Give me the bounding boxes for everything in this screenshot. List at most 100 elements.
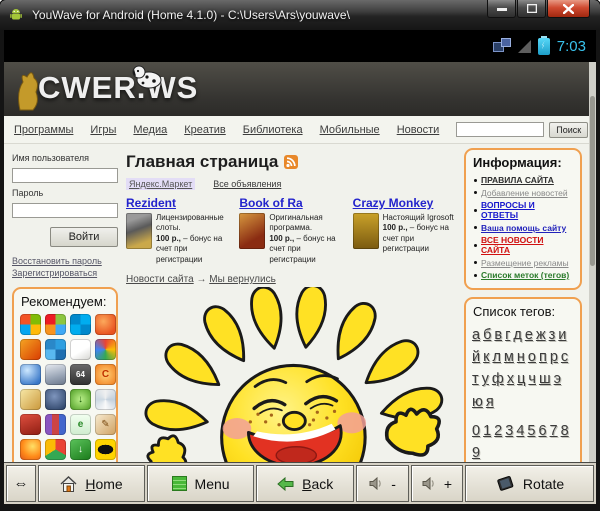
tag-link[interactable]: 5: [527, 421, 535, 441]
page-scrollbar[interactable]: [589, 62, 596, 462]
back-button[interactable]: Back: [256, 465, 355, 502]
minimize-button[interactable]: [487, 0, 516, 18]
nav-link[interactable]: Новости: [397, 124, 440, 136]
tag-link[interactable]: в: [494, 325, 502, 345]
breadcrumb-page-link[interactable]: Мы вернулись: [209, 274, 276, 285]
windows-8-icon[interactable]: [70, 314, 91, 335]
defender-shield-icon[interactable]: [45, 364, 66, 385]
tag-link[interactable]: т: [472, 369, 479, 389]
tag-link[interactable]: п: [539, 347, 547, 367]
resize-handle-button[interactable]: ⇔: [6, 465, 36, 502]
ad-image[interactable]: [239, 213, 266, 249]
tag-link[interactable]: э: [554, 369, 561, 389]
winrar-books-icon[interactable]: [45, 414, 66, 435]
menu-button[interactable]: Menu: [147, 465, 255, 502]
backup-floppy-icon[interactable]: [20, 414, 41, 435]
tag-link[interactable]: и: [558, 325, 566, 345]
scrollbar-thumb[interactable]: [590, 96, 595, 266]
maximize-button[interactable]: [517, 0, 546, 18]
recover-password-link[interactable]: Восстановить пароль: [12, 256, 118, 266]
nav-link[interactable]: Медиа: [133, 124, 167, 136]
editor-pencil-icon[interactable]: ✎: [95, 414, 116, 435]
tag-link[interactable]: ч: [528, 369, 536, 389]
info-link[interactable]: ВОПРОСЫ И ОТВЕТЫ: [481, 200, 574, 220]
emule-e-icon[interactable]: e: [70, 414, 91, 435]
tag-link[interactable]: я: [486, 392, 494, 412]
tag-link[interactable]: ж: [536, 325, 546, 345]
tag-link[interactable]: 1: [483, 421, 491, 441]
info-link[interactable]: Добавление новостей: [481, 188, 568, 198]
libreoffice-document-icon[interactable]: [70, 339, 91, 360]
tag-link[interactable]: н: [517, 347, 525, 367]
internet-globe-icon[interactable]: [20, 364, 41, 385]
tag-link[interactable]: ф: [492, 369, 504, 389]
license-key-icon[interactable]: [20, 389, 41, 410]
tag-link[interactable]: й: [472, 347, 480, 367]
download-master-icon[interactable]: ↓: [70, 389, 91, 410]
ad-title-link[interactable]: Rezident: [126, 196, 176, 210]
tag-link[interactable]: 2: [494, 421, 502, 441]
nav-link[interactable]: Библиотека: [243, 124, 303, 136]
window-titlebar[interactable]: YouWave for Android (Home 4.1.0) - C:\Us…: [0, 0, 600, 30]
tag-link[interactable]: с: [561, 347, 568, 367]
password-field[interactable]: [12, 203, 118, 218]
ubuntu-icon[interactable]: [95, 314, 116, 335]
tag-link[interactable]: ц: [517, 369, 525, 389]
tag-link[interactable]: о: [528, 347, 536, 367]
info-link[interactable]: ВСЕ НОВОСТИ САЙТА: [481, 235, 574, 255]
volume-down-button[interactable]: -: [356, 465, 409, 502]
disc-burner-icon[interactable]: [95, 389, 116, 410]
register-link[interactable]: Зарегистрироваться: [12, 268, 118, 278]
nav-link[interactable]: Программы: [14, 124, 73, 136]
tag-link[interactable]: з: [549, 325, 556, 345]
tag-link[interactable]: л: [492, 347, 500, 367]
tag-link[interactable]: 7: [550, 421, 558, 441]
yandex-market-link[interactable]: Яндекс.Маркет: [126, 178, 196, 190]
tag-link[interactable]: х: [507, 369, 514, 389]
info-link[interactable]: Ваша помощь сайту: [481, 223, 566, 233]
tag-link[interactable]: у: [482, 369, 489, 389]
firefox-icon[interactable]: [20, 439, 41, 460]
rotate-button[interactable]: Rotate: [465, 465, 595, 502]
info-link[interactable]: Размещение рекламы: [481, 258, 569, 268]
search-input[interactable]: [456, 122, 545, 137]
ad-image[interactable]: [352, 213, 379, 249]
all-ads-link[interactable]: Все объявления: [213, 179, 281, 189]
nav-link[interactable]: Креатив: [184, 124, 226, 136]
info-link[interactable]: ПРАВИЛА САЙТА: [481, 175, 554, 185]
home-button[interactable]: Home: [38, 465, 146, 502]
tag-link[interactable]: 0: [472, 421, 480, 441]
nav-link[interactable]: Мобильные: [320, 124, 380, 136]
color-wheel-browser-icon[interactable]: [95, 339, 116, 360]
ad-title-link[interactable]: Book of Ra: [239, 196, 302, 210]
username-field[interactable]: [12, 168, 118, 183]
tag-link[interactable]: м: [504, 347, 514, 367]
site-banner[interactable]: CWER.WS: [4, 62, 596, 116]
tag-link[interactable]: б: [483, 325, 491, 345]
office-blue-icon[interactable]: [45, 339, 66, 360]
ad-title-link[interactable]: Crazy Monkey: [353, 196, 434, 210]
tag-link[interactable]: к: [483, 347, 489, 367]
search-button[interactable]: Поиск: [549, 121, 589, 138]
login-button[interactable]: Войти: [50, 227, 118, 247]
ms-office-icon[interactable]: [20, 339, 41, 360]
tag-link[interactable]: 4: [516, 421, 524, 441]
batman-icon[interactable]: [95, 439, 116, 460]
close-button[interactable]: [547, 0, 590, 18]
windows-7-icon[interactable]: [20, 314, 41, 335]
sixty-four-bit-icon[interactable]: 64: [70, 364, 91, 385]
chrome-ball-icon[interactable]: [45, 439, 66, 460]
idm-arrow-icon[interactable]: ↓: [70, 439, 91, 460]
breadcrumb-section-link[interactable]: Новости сайта: [126, 274, 194, 285]
tag-link[interactable]: ш: [539, 369, 551, 389]
tag-link[interactable]: 6: [538, 421, 546, 441]
tag-link[interactable]: р: [550, 347, 558, 367]
nav-link[interactable]: Игры: [90, 124, 116, 136]
codec-c-icon[interactable]: C: [95, 364, 116, 385]
tag-link[interactable]: д: [513, 325, 521, 345]
tag-link[interactable]: 8: [561, 421, 569, 441]
site-logo[interactable]: CWER.WS: [38, 70, 198, 106]
ad-image[interactable]: [126, 213, 152, 249]
tag-link[interactable]: г: [505, 325, 510, 345]
info-link[interactable]: Список меток (тегов): [481, 270, 569, 280]
